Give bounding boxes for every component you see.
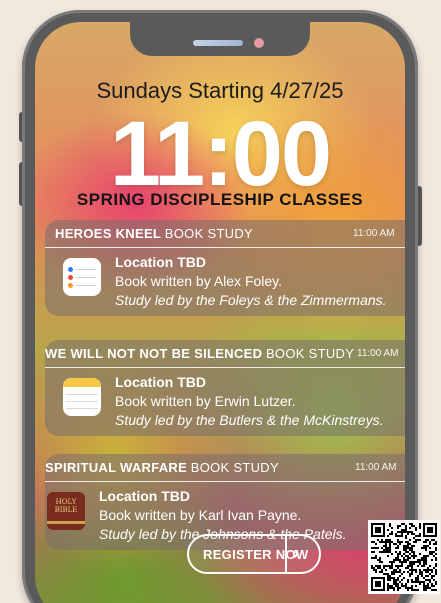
notification-we-will-not-be-silenced[interactable]: WE WILL NOT NOT BE SILENCED BOOK STUDY 1…	[45, 340, 405, 436]
notification-location: Location TBD	[99, 488, 190, 504]
reminders-icon	[63, 258, 101, 296]
date-subtitle: Sundays Starting 4/27/25	[96, 78, 344, 103]
notch	[130, 22, 310, 56]
notification-subtitle: BOOK STUDY	[190, 460, 279, 475]
notification-location: Location TBD	[115, 254, 206, 270]
front-camera	[254, 38, 264, 48]
classes-title: SPRING DISCIPLESHIP CLASSES	[76, 190, 364, 209]
notification-time: 11:00 AM	[355, 462, 397, 473]
notification-subtitle: BOOK STUDY	[265, 346, 355, 361]
notification-leaders: Study led by the Foleys & the Zimmermans…	[115, 292, 387, 308]
bible-cover-text: HOLY BIBLE	[54, 498, 78, 514]
notes-icon	[63, 378, 101, 416]
register-divider	[285, 536, 287, 572]
notification-leaders: Study led by the Butlers & the McKinstre…	[115, 412, 384, 428]
qr-code-graphic	[371, 523, 437, 591]
holy-bible-icon: HOLY BIBLE	[47, 492, 85, 530]
notification-subtitle: BOOK STUDY	[164, 226, 254, 241]
speaker-grille	[193, 40, 243, 46]
notification-header: SPIRITUAL WARFARE BOOK STUDY	[45, 454, 405, 482]
notification-header: HEROES KNEEL BOOK STUDY	[45, 220, 405, 248]
notification-title: HEROES KNEEL	[55, 226, 162, 241]
notification-title: SPIRITUAL WARFARE	[45, 460, 188, 475]
notification-time: 11:00 AM	[357, 348, 399, 359]
notification-author: Book written by Alex Foley.	[115, 273, 283, 289]
lock-screen: Sundays Starting 4/27/25 11:00 SPRING DI…	[35, 22, 405, 603]
notification-time: 11:00 AM	[353, 228, 395, 239]
notification-heroes-kneel[interactable]: HEROES KNEEL BOOK STUDY 11:00 AM Locatio…	[45, 220, 405, 316]
register-now-button[interactable]: REGISTER NOW ›	[187, 534, 321, 574]
notification-title: WE WILL NOT NOT BE SILENCED	[45, 346, 263, 361]
notification-author: Book written by Erwin Lutzer.	[115, 393, 296, 409]
qr-code-icon[interactable]	[368, 520, 440, 594]
notification-author: Book written by Karl Ivan Payne.	[99, 507, 302, 523]
notification-header: WE WILL NOT NOT BE SILENCED BOOK STUDY	[45, 340, 405, 368]
chevron-right-icon: ›	[293, 543, 300, 563]
notification-location: Location TBD	[115, 374, 206, 390]
